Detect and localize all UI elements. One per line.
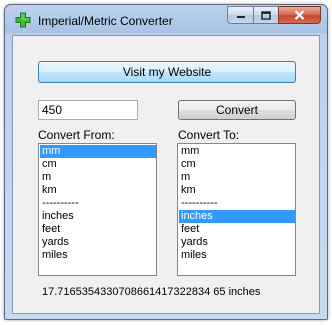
convert-from-label: Convert From: (38, 128, 115, 142)
app-window: Imperial/Metric Converter Visit my Websi… (4, 4, 328, 320)
from-list-item[interactable]: cm (40, 158, 156, 171)
from-list-item[interactable]: km (40, 184, 156, 197)
from-list-item[interactable]: miles (40, 249, 156, 262)
value-input[interactable] (38, 100, 138, 120)
to-list-item[interactable]: km (179, 184, 295, 197)
to-list-item[interactable]: mm (179, 145, 295, 158)
from-list-item[interactable]: m (40, 171, 156, 184)
convert-to-list[interactable]: mm cm m km ---------- inches feet yards miles (177, 143, 296, 276)
maximize-button[interactable] (253, 6, 278, 24)
from-list-item[interactable]: inches (40, 210, 156, 223)
to-list-item[interactable]: m (179, 171, 295, 184)
close-icon (294, 10, 305, 20)
convert-from-list[interactable]: mm cm m km ---------- inches feet yards miles (38, 143, 157, 276)
result-text: 17.7165354330708661417322834 65 inches (42, 286, 261, 298)
window-title: Imperial/Metric Converter (38, 14, 173, 28)
from-list-item[interactable]: ---------- (40, 197, 156, 210)
convert-to-label: Convert To: (178, 128, 240, 142)
to-list-item[interactable]: yards (179, 236, 295, 249)
to-list-item[interactable]: ---------- (179, 197, 295, 210)
from-list-item[interactable]: mm (40, 145, 156, 158)
to-list-item[interactable]: inches (179, 210, 295, 223)
from-list-item[interactable]: yards (40, 236, 156, 249)
client-area: Visit my Website Convert Convert From: C… (12, 35, 320, 314)
close-button[interactable] (278, 6, 321, 24)
minimize-button[interactable] (227, 6, 253, 24)
to-list-item[interactable]: feet (179, 223, 295, 236)
convert-button[interactable]: Convert (178, 100, 296, 120)
maximize-icon (261, 10, 271, 20)
to-list-item[interactable]: miles (179, 249, 295, 262)
app-plus-icon (15, 12, 31, 28)
from-list-item[interactable]: feet (40, 223, 156, 236)
caption-buttons (227, 6, 321, 24)
minimize-icon (236, 16, 245, 18)
visit-website-button[interactable]: Visit my Website (38, 61, 296, 83)
title-bar[interactable]: Imperial/Metric Converter (5, 5, 327, 35)
to-list-item[interactable]: cm (179, 158, 295, 171)
